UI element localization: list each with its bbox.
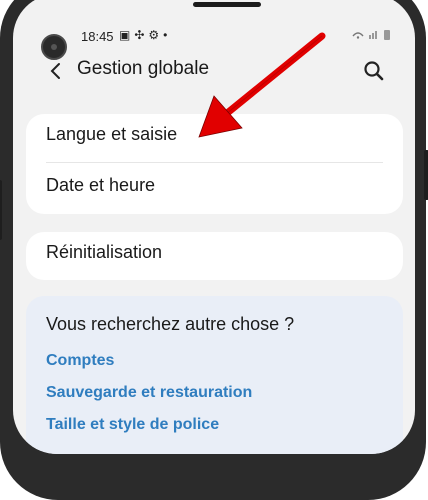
front-camera-icon (41, 34, 67, 60)
pinwheel-icon: ✣ (134, 28, 149, 42)
chevron-left-icon (50, 63, 60, 79)
signal-icons (352, 30, 390, 40)
battery-icon (384, 30, 390, 40)
link-comptes[interactable]: Comptes (46, 352, 114, 370)
signal-icon (369, 35, 371, 39)
dot-icon: • (163, 28, 172, 42)
status-bar: 18:45 ▣✣⚙• (13, 0, 415, 60)
status-time: 18:45 (81, 29, 114, 44)
gear-icon: ⚙ (148, 28, 164, 42)
phone-side-button (424, 150, 428, 200)
link-taille-et-style-de-police[interactable]: Taille et style de police (46, 416, 219, 434)
menu-item-langue-et-saisie[interactable]: Langue et saisie (46, 124, 177, 145)
menu-item-date-et-heure[interactable]: Date et heure (46, 175, 155, 196)
wifi-icon (352, 32, 364, 37)
notification-icons: ▣✣⚙• (119, 28, 171, 42)
phone-side-button (0, 180, 2, 240)
page-title: Gestion globale (77, 58, 210, 79)
link-sauvegarde-et-restauration[interactable]: Sauvegarde et restauration (46, 384, 252, 402)
settings-card-reset: Réinitialisation (26, 232, 403, 280)
system-status-icons (351, 28, 397, 43)
phone-screen: 18:45 ▣✣⚙• Gestion globale Langue et sai… (13, 0, 415, 454)
suggestions-title: Vous recherchez autre chose ? (46, 314, 295, 334)
suggestions-card: Vous recherchez autre chose ? Comptes Sa… (26, 296, 403, 454)
search-icon (364, 61, 384, 81)
menu-item-reinitialisation[interactable]: Réinitialisation (46, 242, 162, 263)
divider (46, 162, 383, 163)
settings-card-language-date: Langue et saisie Date et heure (26, 114, 403, 214)
image-icon: ▣ (119, 28, 135, 42)
back-button[interactable] (43, 58, 69, 84)
search-button[interactable] (361, 58, 387, 84)
